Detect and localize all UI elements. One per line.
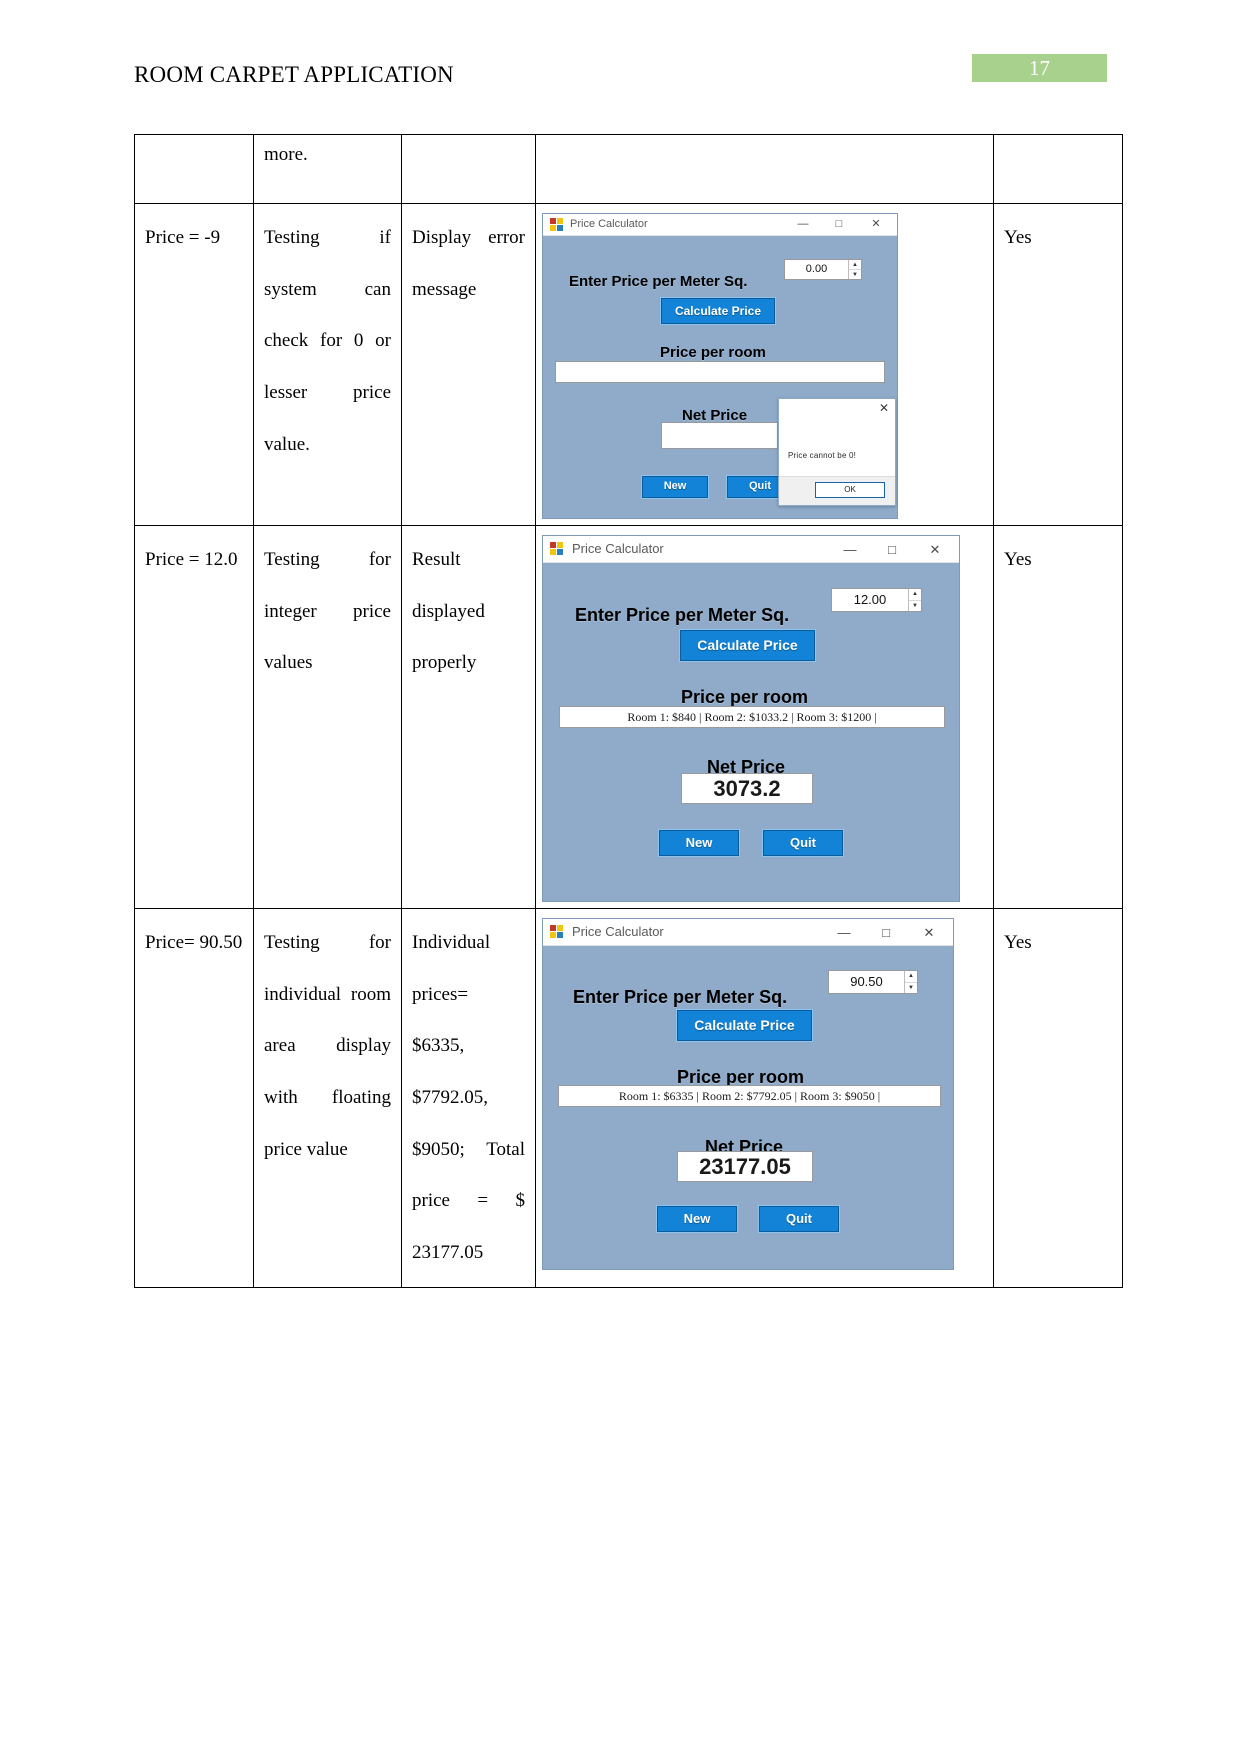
price-input-spinner[interactable]: 0.00 ▲ ▼ (784, 259, 862, 280)
window-title: Price Calculator (570, 217, 648, 230)
app-icon (550, 924, 565, 940)
price-per-room-output: Room 1: $6335 | Room 2: $7792.05 | Room … (558, 1085, 941, 1107)
table-row: Price = 12.0 Testing for integer price v… (134, 525, 1123, 909)
spinner-arrows[interactable]: ▲ ▼ (904, 971, 917, 993)
cell-test-input (134, 134, 254, 204)
spinner-up-icon[interactable]: ▲ (909, 589, 921, 601)
window-titlebar: Price Calculator — □ ✕ (543, 919, 953, 946)
table-row: Price= 90.50 Testing for individual room… (134, 908, 1123, 1288)
cell-test-input: Price = -9 (134, 203, 254, 526)
page-number-badge: 17 (972, 54, 1107, 82)
window-titlebar: Price Calculator — □ ✕ (543, 214, 897, 236)
price-calculator-window-12: Price Calculator — □ ✕ Enter Price per M… (542, 535, 960, 902)
price-calculator-window-9050: Price Calculator — □ ✕ Enter Price per M… (542, 918, 954, 1270)
cell-description: Testing for integer price values (253, 525, 402, 909)
calculate-price-button[interactable]: Calculate Price (679, 629, 816, 662)
dialog-footer: OK (779, 476, 895, 505)
cell-screenshot: Price Calculator — □ ✕ Enter Price per M… (535, 203, 994, 526)
price-input-value[interactable]: 0.00 (785, 260, 848, 279)
window-controls: — □ ✕ (785, 219, 895, 230)
cell-pass: Yes (993, 203, 1123, 526)
window-title: Price Calculator (572, 924, 664, 940)
net-price-output (661, 422, 778, 449)
maximize-icon[interactable]: □ (865, 926, 907, 939)
page-title: ROOM CARPET APPLICATION (134, 62, 454, 87)
cell-screenshot: Price Calculator — □ ✕ Enter Price per M… (535, 525, 994, 909)
dialog-ok-button[interactable]: OK (815, 482, 885, 498)
price-calculator-window-error: Price Calculator — □ ✕ Enter Price per M… (542, 213, 898, 519)
close-icon[interactable]: ✕ (907, 926, 951, 939)
cell-screenshot: Price Calculator — □ ✕ Enter Price per M… (535, 908, 994, 1288)
price-input-spinner[interactable]: 12.00 ▲ ▼ (831, 588, 922, 612)
net-price-output: 23177.05 (677, 1151, 813, 1182)
error-dialog: ✕ Price cannot be 0! OK (778, 398, 896, 506)
minimize-icon[interactable]: — (823, 926, 865, 939)
spinner-down-icon[interactable]: ▼ (905, 983, 917, 994)
price-per-room-output: Room 1: $840 | Room 2: $1033.2 | Room 3:… (559, 706, 945, 728)
price-input-spinner[interactable]: 90.50 ▲ ▼ (828, 970, 918, 994)
table-row: more. (134, 134, 1123, 204)
dialog-close-icon[interactable]: ✕ (879, 402, 889, 414)
cell-description: Testing for individual room area display… (253, 908, 402, 1288)
maximize-icon[interactable]: □ (871, 543, 913, 556)
app-icon (550, 218, 563, 231)
maximize-icon[interactable]: □ (821, 219, 857, 230)
new-button[interactable]: New (641, 475, 709, 499)
cell-expected: Result displayed properly (401, 525, 536, 909)
page-header: ROOM CARPET APPLICATION 17 (0, 0, 1241, 120)
cell-test-input: Price = 12.0 (134, 525, 254, 909)
cell-expected: Display error message (401, 203, 536, 526)
spinner-down-icon[interactable]: ▼ (909, 601, 921, 612)
cell-expected: Individual prices= $6335, $7792.05, $905… (401, 908, 536, 1288)
price-input-value[interactable]: 90.50 (829, 971, 904, 993)
cell-pass: Yes (993, 908, 1123, 1288)
calculate-price-button[interactable]: Calculate Price (660, 297, 776, 325)
quit-button[interactable]: Quit (762, 829, 844, 857)
cell-pass (993, 134, 1123, 204)
spinner-arrows[interactable]: ▲ ▼ (848, 260, 861, 279)
cell-description: Testing if system can check for 0 or les… (253, 203, 402, 526)
window-titlebar: Price Calculator — □ ✕ (543, 536, 959, 563)
close-icon[interactable]: ✕ (857, 219, 895, 230)
window-title: Price Calculator (572, 541, 664, 557)
spinner-up-icon[interactable]: ▲ (905, 971, 917, 983)
spinner-up-icon[interactable]: ▲ (849, 260, 861, 270)
cell-pass: Yes (993, 525, 1123, 909)
cell-description: more. (253, 134, 402, 204)
window-controls: — □ ✕ (829, 543, 957, 556)
dialog-message: Price cannot be 0! (788, 451, 857, 460)
cell-test-input: Price= 90.50 (134, 908, 254, 1288)
price-input-value[interactable]: 12.00 (832, 589, 908, 611)
minimize-icon[interactable]: — (829, 543, 871, 556)
price-per-room-output (555, 361, 885, 383)
close-icon[interactable]: ✕ (913, 543, 957, 556)
spinner-down-icon[interactable]: ▼ (849, 270, 861, 279)
calculate-price-button[interactable]: Calculate Price (676, 1009, 813, 1042)
table-row: Price = -9 Testing if system can check f… (134, 203, 1123, 526)
cell-expected (401, 134, 536, 204)
new-button[interactable]: New (656, 1205, 738, 1233)
new-button[interactable]: New (658, 829, 740, 857)
net-price-output: 3073.2 (681, 773, 813, 804)
quit-button[interactable]: Quit (758, 1205, 840, 1233)
cell-screenshot (535, 134, 994, 204)
app-icon (550, 541, 565, 557)
window-controls: — □ ✕ (823, 926, 951, 939)
spinner-arrows[interactable]: ▲ ▼ (908, 589, 921, 611)
test-case-table: more. Price = -9 Testing if system can c… (134, 134, 1123, 1288)
minimize-icon[interactable]: — (785, 219, 821, 230)
